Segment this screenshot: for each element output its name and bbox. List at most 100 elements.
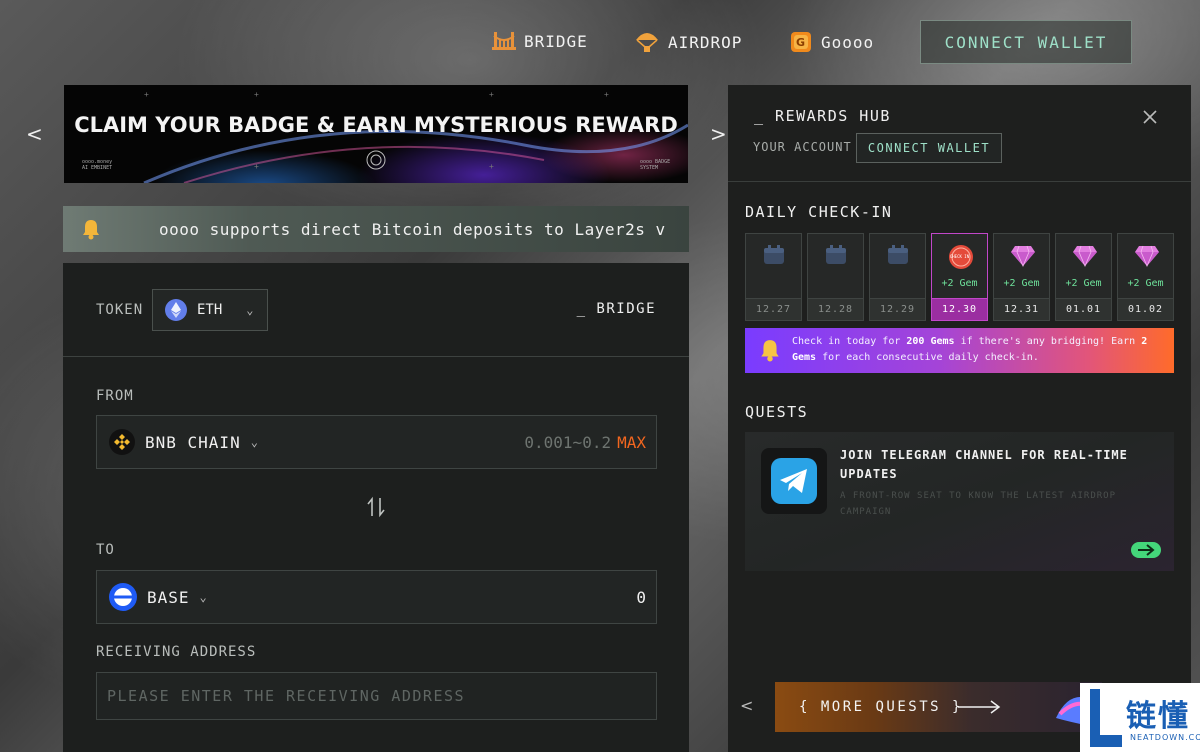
calendar-icon [764, 245, 784, 264]
checkin-date: 12.29 [870, 298, 925, 320]
bell-icon [83, 220, 99, 240]
svg-text:+: + [604, 90, 609, 99]
long-arrow-right-icon [958, 700, 1001, 714]
from-field[interactable]: BNB CHAIN ⌄ 0.001~0.2 MAX [96, 415, 657, 469]
calendar-icon [826, 245, 846, 264]
gem-reward-label: +2 Gem [941, 278, 978, 289]
eth-icon [165, 299, 187, 321]
max-button[interactable]: MAX [617, 433, 646, 452]
checkin-date: 01.01 [1056, 298, 1111, 320]
quest-title: JOIN TELEGRAM CHANNEL FOR REAL-TIME UPDA… [840, 448, 1128, 481]
gem-reward-label: +2 Gem [1003, 278, 1040, 289]
banner-title: CLAIM YOUR BADGE & EARN MYSTERIOUS REWAR… [74, 113, 678, 137]
from-chain-name[interactable]: BNB CHAIN [145, 433, 241, 452]
your-account-label: YOUR ACCOUNT [753, 140, 852, 154]
daily-checkin-title: DAILY CHECK-IN [745, 203, 893, 221]
top-nav: BRIDGE AIRDROP G Goooo CONNECT WALLET [0, 20, 1200, 64]
gem-icon [1011, 245, 1035, 268]
announcement-bar: oooo supports direct Bitcoin deposits to… [63, 206, 689, 252]
nav-gooo-label: Goooo [821, 32, 875, 52]
watermark-l-icon [1090, 689, 1122, 747]
chevron-down-icon: ⌄ [246, 303, 254, 317]
svg-text:+: + [254, 90, 259, 99]
token-select[interactable]: ETH ⌄ [152, 289, 268, 331]
checkin-day[interactable]: +2 Gem 01.02 [1117, 233, 1174, 321]
token-value: ETH [197, 302, 223, 318]
checkin-date: 12.30 [932, 298, 987, 320]
check-in-stamp-text: CHECK IN [949, 254, 970, 259]
telegram-icon-tile [761, 448, 827, 514]
hub-connect-wallet-button[interactable]: CONNECT WALLET [856, 133, 1002, 163]
checkin-day[interactable]: +2 Gem 01.01 [1055, 233, 1112, 321]
gem-reward-label: +2 Gem [1127, 278, 1164, 289]
nav-bridge-label: BRIDGE [524, 31, 588, 51]
quest-card-telegram[interactable]: JOIN TELEGRAM CHANNEL FOR REAL-TIME UPDA… [745, 432, 1174, 571]
more-quests-label: { MORE QUESTS } [799, 699, 963, 715]
badge-logo-icon [366, 150, 386, 170]
quests-prev-arrow[interactable]: < [740, 696, 753, 715]
close-icon[interactable] [1142, 109, 1158, 125]
receiving-address-input[interactable] [96, 672, 657, 720]
checkin-date: 12.27 [746, 298, 801, 320]
bridge-tag: _ BRIDGE [576, 301, 656, 317]
bell-icon [761, 340, 779, 362]
checkin-day[interactable]: +2 Gem 12.31 [993, 233, 1050, 321]
checkin-date: 12.28 [808, 298, 863, 320]
bridge-panel: TOKEN ETH ⌄ _ BRIDGE FROM BNB CHAIN ⌄ 0.… [63, 263, 689, 752]
to-chain-name[interactable]: BASE [147, 588, 190, 607]
chevron-down-icon[interactable]: ⌄ [251, 435, 258, 449]
nav-airdrop[interactable]: AIRDROP [634, 30, 742, 54]
svg-text:+: + [489, 162, 494, 171]
bnb-icon [109, 429, 135, 455]
to-field[interactable]: BASE ⌄ 0 [96, 570, 657, 624]
quest-go-button[interactable] [1131, 542, 1161, 558]
svg-text:+: + [254, 162, 259, 171]
rewards-hub-header: _ REWARDS HUB YOUR ACCOUNT CONNECT WALLE… [728, 85, 1191, 182]
watermark-logo: 链懂 NEATDOWN.COM [1080, 683, 1200, 752]
checkin-days: 12.27 12.28 12.29 CHECK IN +2 Gem 12.30 … [745, 233, 1174, 321]
from-label: FROM [96, 388, 134, 404]
svg-text:+: + [489, 90, 494, 99]
svg-text:G: G [796, 36, 806, 49]
bridge-panel-header: TOKEN ETH ⌄ _ BRIDGE [63, 263, 689, 357]
checkin-day-today[interactable]: CHECK IN +2 Gem 12.30 [931, 233, 988, 321]
bridge-icon [492, 32, 516, 50]
arrow-right-icon [1138, 544, 1155, 556]
calendar-icon [888, 245, 908, 264]
amount-range: 0.001~0.2 MAX [524, 432, 646, 452]
gem-reward-label: +2 Gem [1065, 278, 1102, 289]
checkin-day[interactable]: 12.27 [745, 233, 802, 321]
receiving-address-label: RECEIVING ADDRESS [96, 644, 257, 660]
watermark-cn: 链懂 [1126, 699, 1190, 734]
nav-bridge[interactable]: BRIDGE [492, 30, 588, 52]
checkin-day[interactable]: 12.29 [869, 233, 926, 321]
checkin-day[interactable]: 12.28 [807, 233, 864, 321]
quest-description: A FRONT-ROW SEAT TO KNOW THE LATEST AIRD… [840, 491, 1116, 517]
checkin-promo-bar: Check in today for 200 Gems if there's a… [745, 328, 1174, 373]
promo-banner[interactable]: + + + + + + CLAIM YOUR BADGE & EARN MYST… [64, 85, 688, 183]
telegram-icon [771, 458, 817, 504]
nav-airdrop-label: AIRDROP [668, 32, 743, 52]
checkin-date: 12.31 [994, 298, 1049, 320]
connect-wallet-button[interactable]: CONNECT WALLET [920, 20, 1132, 64]
announcement-text: oooo supports direct Bitcoin deposits to… [159, 220, 666, 239]
gem-icon [1135, 245, 1159, 268]
banner-next-arrow[interactable]: > [710, 122, 727, 146]
gem-icon [1073, 245, 1097, 268]
watermark-en: NEATDOWN.COM [1130, 733, 1200, 742]
banner-left-caption: oooo.money AI EMBINET [82, 159, 113, 171]
rewards-hub-title: _ REWARDS HUB [754, 107, 891, 125]
svg-text:+: + [144, 90, 149, 99]
rewards-hub-panel: _ REWARDS HUB YOUR ACCOUNT CONNECT WALLE… [728, 85, 1191, 752]
quests-title: QUESTS [745, 403, 809, 421]
more-quests-button[interactable]: { MORE QUESTS } [775, 682, 1102, 732]
chevron-down-icon[interactable]: ⌄ [200, 590, 207, 604]
coin-icon: G [791, 32, 811, 52]
base-icon [109, 583, 137, 611]
swap-direction-icon[interactable] [366, 496, 386, 518]
banner-prev-arrow[interactable]: < [26, 122, 43, 146]
banner-right-caption: oooo BADGE SYSTEM [640, 159, 671, 171]
nav-gooo[interactable]: G Goooo [789, 30, 874, 54]
checkin-date: 01.02 [1118, 298, 1173, 320]
checkin-promo-text: Check in today for 200 Gems if there's a… [792, 336, 1148, 363]
